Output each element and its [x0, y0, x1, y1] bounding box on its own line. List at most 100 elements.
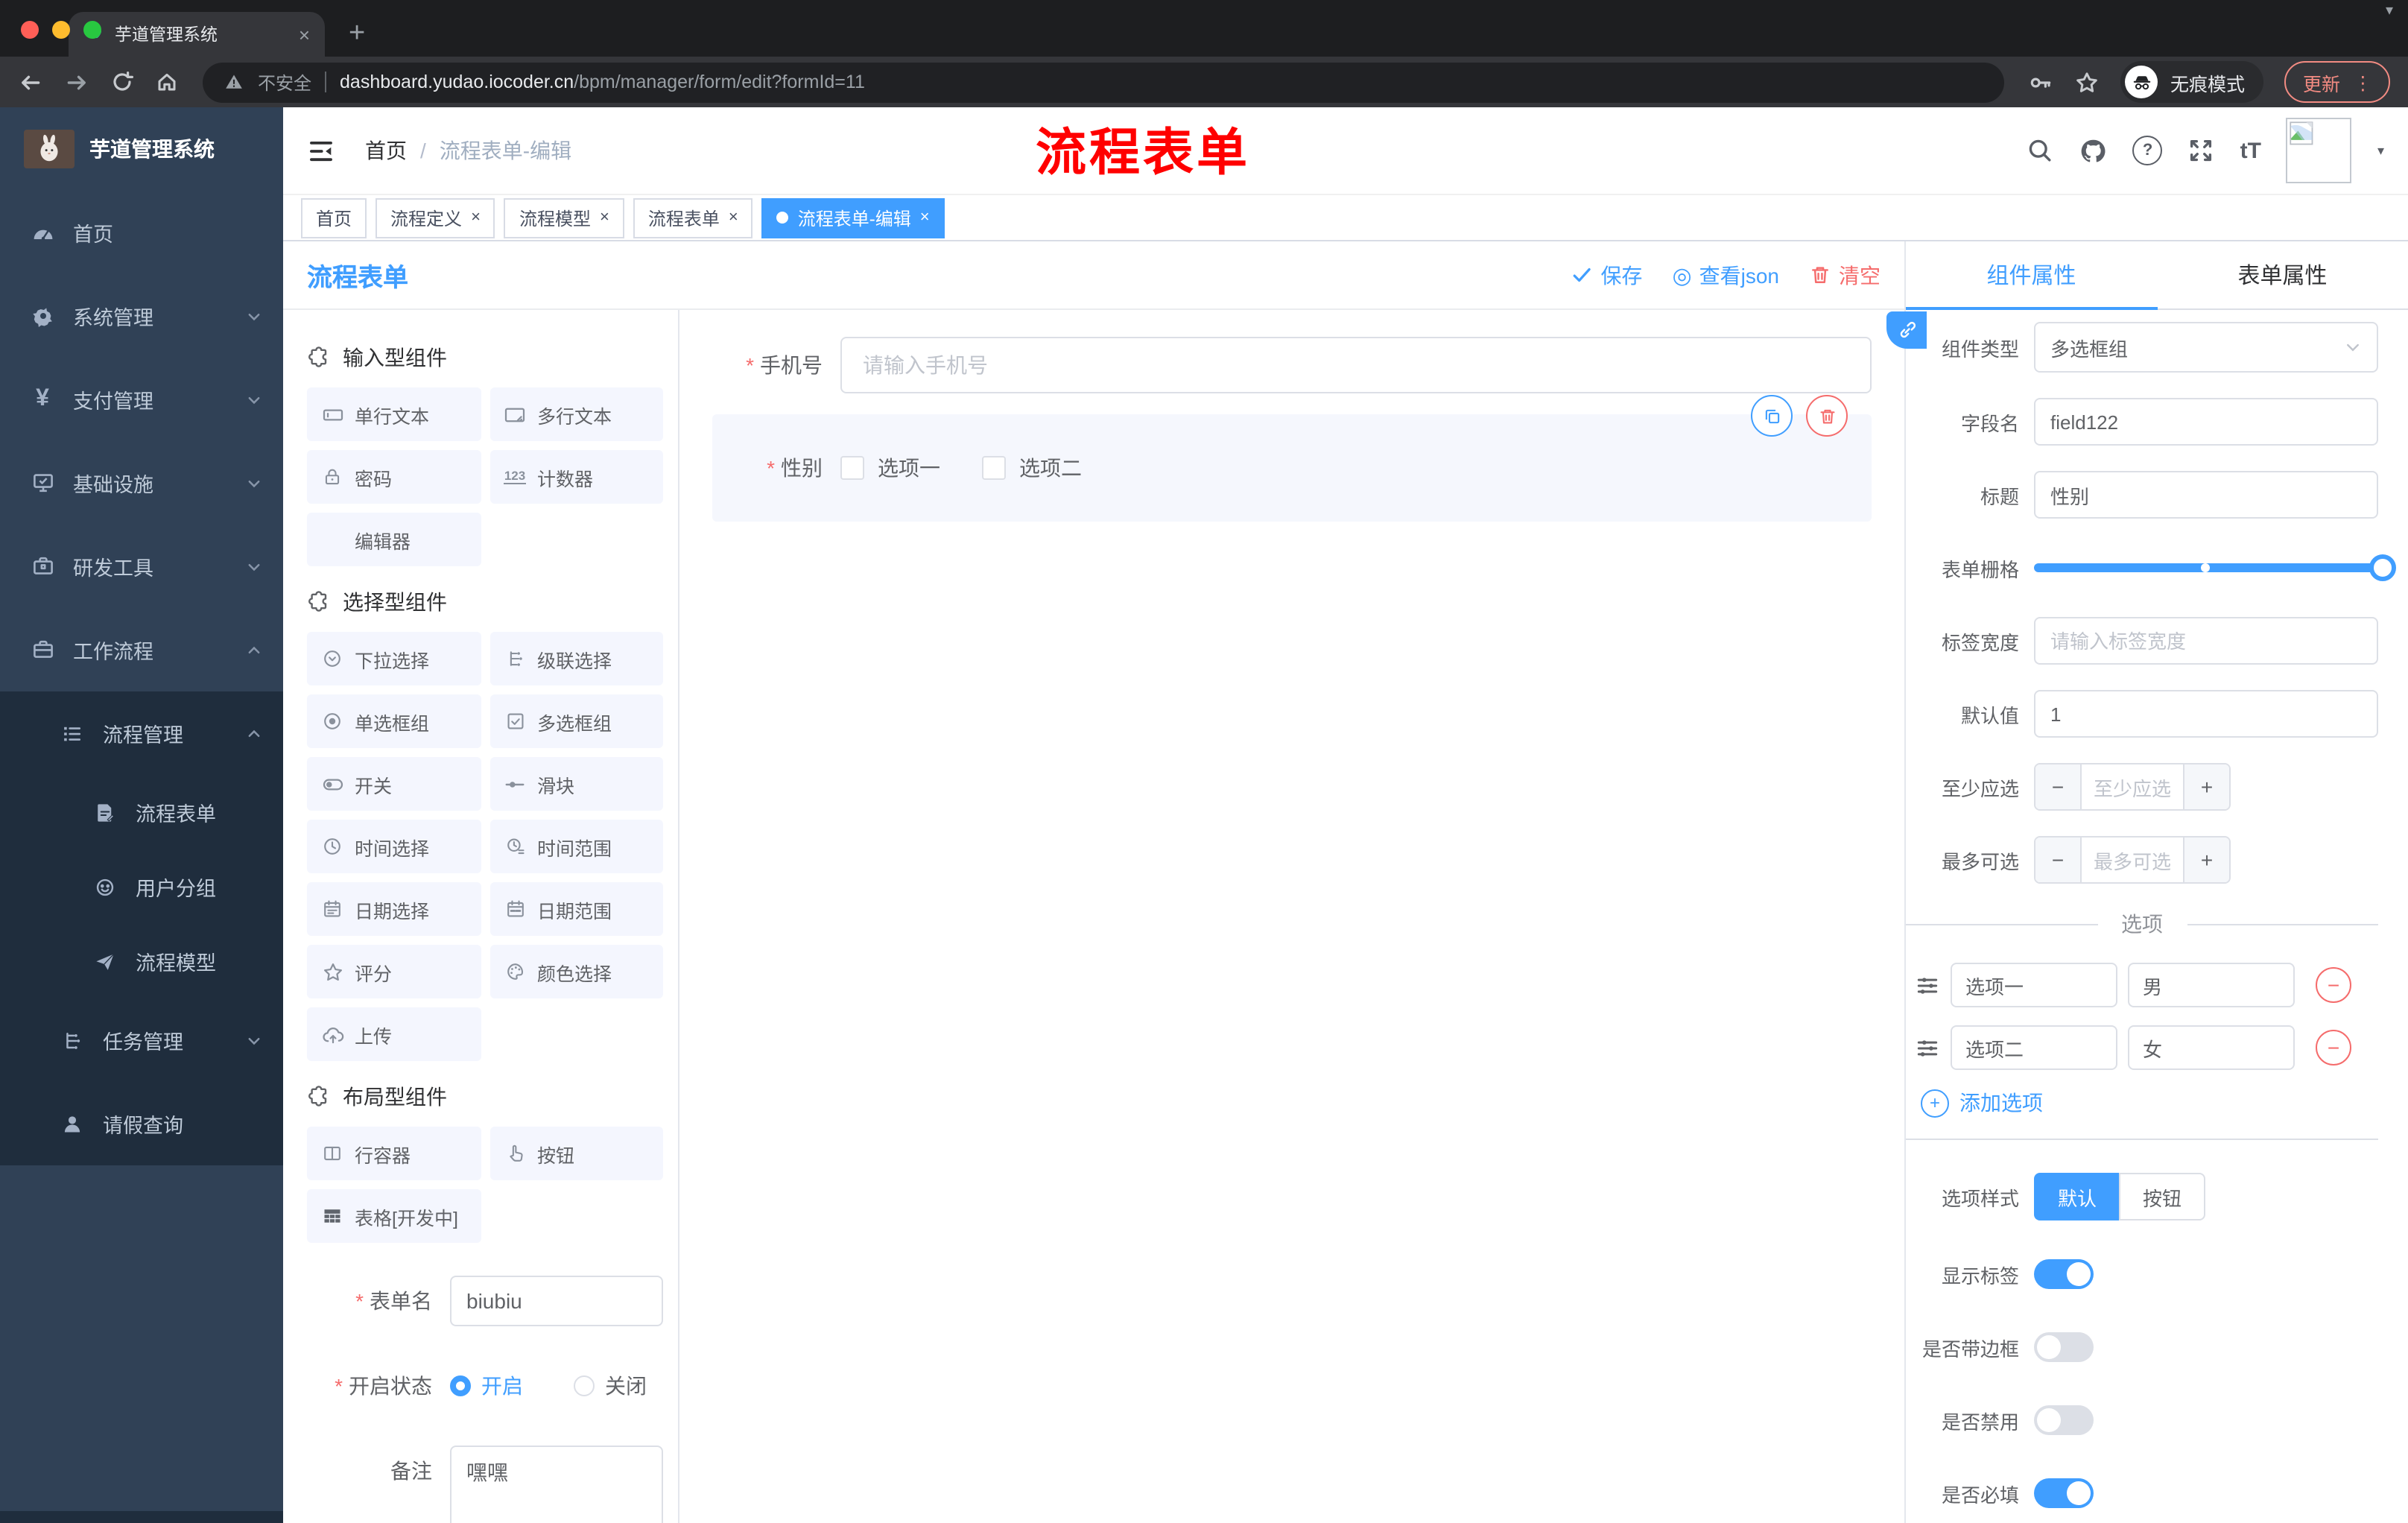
- home-icon[interactable]: [155, 70, 179, 94]
- style-button-button[interactable]: 按钮: [2119, 1173, 2206, 1220]
- remove-option-button[interactable]: −: [2316, 967, 2351, 1003]
- forward-icon[interactable]: [64, 69, 89, 95]
- copy-component-button[interactable]: [1751, 395, 1793, 437]
- stepper-minus-button[interactable]: −: [2035, 764, 2082, 809]
- delete-component-button[interactable]: [1806, 395, 1848, 437]
- component-select[interactable]: 下拉选择: [307, 632, 481, 685]
- field-name-input[interactable]: [2034, 398, 2378, 446]
- component-type-select[interactable]: 多选框组: [2034, 322, 2378, 373]
- sidebar-item-user-group[interactable]: 用户分组: [0, 849, 283, 924]
- component-rate[interactable]: 评分: [307, 945, 481, 998]
- sidebar-item-process-mgmt[interactable]: 流程管理: [0, 691, 283, 775]
- sidebar-item-infra[interactable]: 基础设施: [0, 441, 283, 525]
- disabled-toggle[interactable]: [2034, 1405, 2094, 1435]
- link-handle[interactable]: [1886, 311, 1927, 349]
- search-icon[interactable]: [2027, 137, 2054, 164]
- tab-home[interactable]: 首页: [301, 197, 367, 238]
- form-grid-slider[interactable]: [2034, 544, 2396, 592]
- component-date-range[interactable]: 日期范围: [489, 882, 663, 936]
- component-password[interactable]: 密码: [307, 450, 481, 504]
- sidebar-item-leave-query[interactable]: 请假查询: [0, 1082, 283, 1165]
- drag-handle-icon[interactable]: [1915, 972, 1940, 998]
- stepper-plus-button[interactable]: +: [2183, 764, 2229, 809]
- gender-option-1-checkbox[interactable]: 选项一: [840, 453, 940, 483]
- stepper-plus-button[interactable]: +: [2183, 838, 2229, 882]
- browser-tab-close-icon[interactable]: ×: [299, 25, 310, 44]
- component-counter[interactable]: 123 计数器: [489, 450, 663, 504]
- component-row-container[interactable]: 行容器: [307, 1127, 481, 1180]
- view-json-button[interactable]: ◎ 查看json: [1672, 260, 1779, 290]
- breadcrumb-home[interactable]: 首页: [365, 136, 407, 165]
- option-label-input[interactable]: [1951, 1025, 2117, 1070]
- component-single-text[interactable]: 单行文本: [307, 387, 481, 441]
- component-switch[interactable]: 开关: [307, 757, 481, 811]
- component-button[interactable]: 按钮: [489, 1127, 663, 1180]
- gender-option-2-checkbox[interactable]: 选项二: [982, 453, 1082, 483]
- selected-gender-component[interactable]: 性别 选项一 选项二: [712, 395, 1872, 522]
- minimize-window-button[interactable]: [52, 21, 70, 39]
- stepper-minus-button[interactable]: −: [2035, 838, 2082, 882]
- avatar[interactable]: [2286, 118, 2352, 183]
- status-on-radio[interactable]: 开启: [450, 1371, 523, 1401]
- password-key-icon[interactable]: [2029, 69, 2054, 95]
- component-radio-group[interactable]: 单选框组: [307, 694, 481, 748]
- sidebar-item-task-mgmt[interactable]: 任务管理: [0, 998, 283, 1082]
- font-size-icon[interactable]: tT: [2240, 138, 2261, 163]
- tab-close-icon[interactable]: ×: [600, 209, 609, 227]
- border-toggle[interactable]: [2034, 1332, 2094, 1362]
- tab-process-definition[interactable]: 流程定义 ×: [376, 197, 495, 238]
- show-label-toggle[interactable]: [2034, 1259, 2094, 1289]
- component-upload[interactable]: 上传: [307, 1007, 481, 1061]
- tab-process-form-edit[interactable]: 流程表单-编辑 ×: [761, 197, 945, 238]
- tab-form-props[interactable]: 表单属性: [2157, 241, 2408, 308]
- component-checkbox-group[interactable]: 多选框组: [489, 694, 663, 748]
- github-icon[interactable]: [2079, 136, 2108, 165]
- sidebar-item-home[interactable]: 首页: [0, 191, 283, 274]
- tab-close-icon[interactable]: ×: [920, 209, 930, 227]
- stepper-placeholder[interactable]: 最多可选: [2082, 838, 2183, 882]
- sidebar-item-payment[interactable]: ¥ 支付管理: [0, 358, 283, 441]
- sidebar-item-system[interactable]: 系统管理: [0, 274, 283, 358]
- fullscreen-icon[interactable]: [2188, 137, 2215, 164]
- phone-field-row[interactable]: 手机号: [712, 337, 1872, 393]
- component-multi-text[interactable]: 多行文本: [489, 387, 663, 441]
- label-width-input[interactable]: [2034, 617, 2378, 665]
- component-time-picker[interactable]: 时间选择: [307, 820, 481, 873]
- sidebar-logo[interactable]: 芋道管理系统: [0, 107, 283, 191]
- sidebar-item-process-model[interactable]: 流程模型: [0, 924, 283, 998]
- option-value-input[interactable]: [2128, 1025, 2295, 1070]
- drag-handle-icon[interactable]: [1915, 1035, 1940, 1060]
- bookmark-star-icon[interactable]: [2075, 69, 2100, 95]
- tab-close-icon[interactable]: ×: [471, 209, 481, 227]
- tab-process-form[interactable]: 流程表单 ×: [633, 197, 753, 238]
- component-slider[interactable]: 滑块: [489, 757, 663, 811]
- help-icon[interactable]: ?: [2132, 136, 2163, 165]
- component-color-picker[interactable]: 颜色选择: [489, 945, 663, 998]
- component-cascader[interactable]: 级联选择: [489, 632, 663, 685]
- tab-close-icon[interactable]: ×: [729, 209, 738, 227]
- required-toggle[interactable]: [2034, 1478, 2094, 1508]
- phone-field-input[interactable]: [840, 337, 1872, 393]
- option-value-input[interactable]: [2128, 963, 2295, 1007]
- reload-icon[interactable]: [110, 70, 134, 94]
- close-window-button[interactable]: [21, 21, 39, 39]
- form-name-input[interactable]: [450, 1276, 663, 1326]
- save-button[interactable]: 保存: [1571, 260, 1642, 290]
- back-icon[interactable]: [18, 69, 43, 95]
- sidebar-fold-icon[interactable]: [307, 136, 335, 165]
- style-default-button[interactable]: 默认: [2034, 1173, 2120, 1220]
- new-tab-button[interactable]: +: [349, 19, 365, 48]
- clear-button[interactable]: 清空: [1809, 260, 1881, 290]
- tab-component-props[interactable]: 组件属性: [1906, 241, 2157, 308]
- component-time-range[interactable]: 时间范围: [489, 820, 663, 873]
- tab-process-model[interactable]: 流程模型 ×: [504, 197, 624, 238]
- status-off-radio[interactable]: 关闭: [574, 1371, 647, 1401]
- component-date-picker[interactable]: 日期选择: [307, 882, 481, 936]
- avatar-caret-icon[interactable]: ▾: [2377, 142, 2384, 159]
- sidebar-item-process-form[interactable]: 流程表单: [0, 775, 283, 849]
- component-table[interactable]: 表格[开发中]: [307, 1189, 481, 1243]
- form-remark-textarea[interactable]: 嘿嘿: [450, 1446, 663, 1523]
- default-value-input[interactable]: [2034, 690, 2378, 738]
- slider-handle[interactable]: [2369, 554, 2396, 581]
- sidebar-item-devtools[interactable]: 研发工具: [0, 525, 283, 608]
